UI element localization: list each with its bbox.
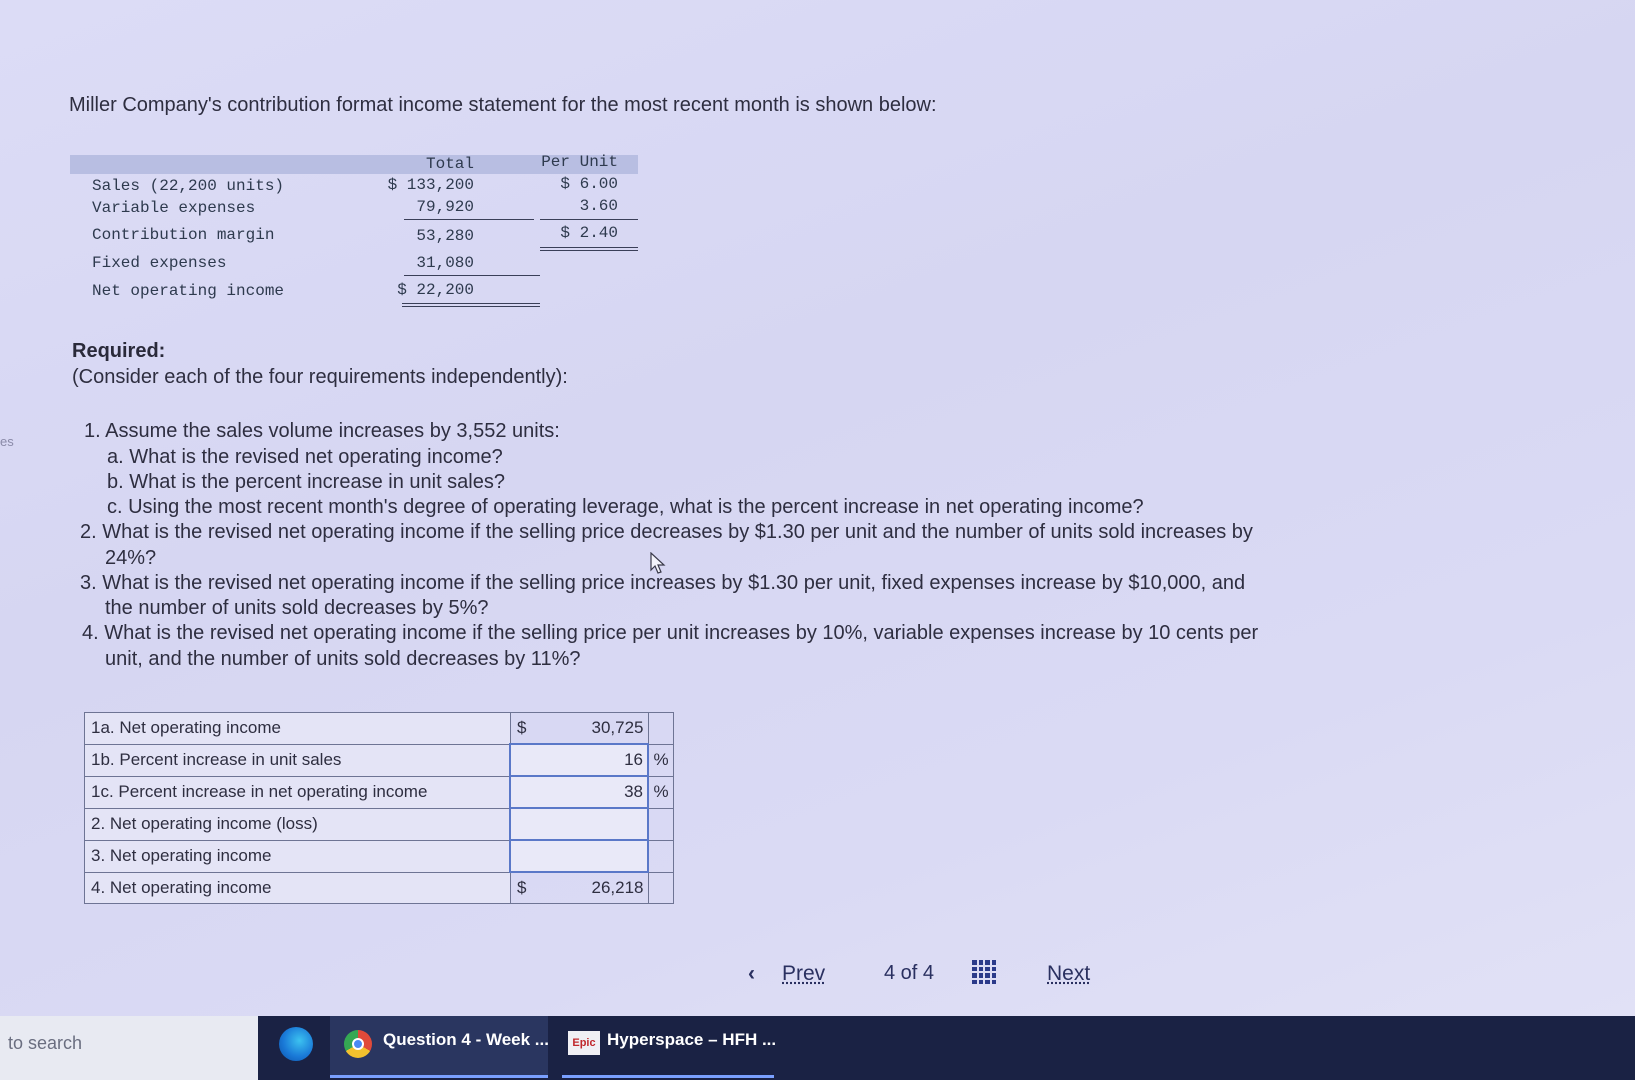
unit-cell bbox=[647, 839, 674, 873]
taskbar-item-label: Hyperspace – HFH ... bbox=[607, 1030, 777, 1049]
header-total: Total bbox=[425, 155, 474, 173]
answer-input-2[interactable] bbox=[533, 807, 649, 841]
question-2-line-2: 24%? bbox=[105, 547, 157, 569]
answer-row-1a: 1a. Net operating income $ 30,725 bbox=[84, 712, 674, 745]
epic-icon: Epic bbox=[568, 1031, 600, 1055]
answer-label: 1a. Net operating income bbox=[84, 712, 511, 745]
answer-row-3: 3. Net operating income bbox=[84, 839, 674, 873]
row-fixed-label: Fixed expenses bbox=[92, 254, 227, 272]
row-variable-total: 79,920 bbox=[416, 198, 474, 216]
row-fixed-total: 31,080 bbox=[416, 254, 474, 272]
header-per-unit: Per Unit bbox=[541, 153, 618, 171]
edge-icon[interactable] bbox=[279, 1027, 313, 1061]
question-1b: b. What is the percent increase in unit … bbox=[107, 471, 505, 493]
answer-input-3[interactable] bbox=[533, 839, 649, 873]
next-button[interactable]: Next bbox=[1047, 962, 1090, 986]
row-contribution-label: Contribution margin bbox=[92, 226, 275, 244]
answer-row-2: 2. Net operating income (loss) bbox=[84, 807, 674, 841]
question-1c: c. Using the most recent month's degree … bbox=[107, 496, 1144, 518]
double-rule-per-unit bbox=[540, 247, 638, 251]
answer-table: 1a. Net operating income $ 30,725 1b. Pe… bbox=[84, 712, 674, 904]
row-contribution-per-unit: $ 2.40 bbox=[560, 224, 618, 242]
unit-cell: % bbox=[647, 775, 674, 809]
question-2-line-1: 2. What is the revised net operating inc… bbox=[80, 521, 1253, 543]
answer-label: 4. Net operating income bbox=[84, 871, 511, 904]
question-1: 1. Assume the sales volume increases by … bbox=[84, 420, 560, 442]
unit-cell bbox=[647, 807, 674, 841]
taskbar-search[interactable]: to search bbox=[0, 1016, 258, 1080]
currency-symbol bbox=[509, 743, 533, 777]
row-variable-label: Variable expenses bbox=[92, 199, 256, 217]
answer-label: 1b. Percent increase in unit sales bbox=[84, 743, 511, 777]
unit-cell bbox=[647, 712, 674, 745]
answer-input-1a[interactable]: 30,725 bbox=[533, 712, 649, 745]
question-4-line-1: 4. What is the revised net operating inc… bbox=[82, 622, 1259, 644]
answer-label: 1c. Percent increase in net operating in… bbox=[84, 775, 511, 809]
question-4-line-2: unit, and the number of units sold decre… bbox=[105, 648, 581, 670]
row-variable-per-unit: 3.60 bbox=[579, 197, 618, 215]
row-noi-label: Net operating income bbox=[92, 282, 285, 300]
chevron-left-icon[interactable]: ‹ bbox=[748, 962, 755, 986]
currency-symbol: $ bbox=[509, 871, 533, 904]
rule-total-1 bbox=[404, 219, 534, 220]
row-noi-total: $ 22,200 bbox=[397, 281, 474, 299]
currency-symbol bbox=[509, 839, 533, 873]
required-heading: Required: bbox=[72, 340, 166, 362]
answer-input-4[interactable]: 26,218 bbox=[533, 871, 649, 904]
row-contribution-total: 53,280 bbox=[416, 227, 474, 245]
row-sales-per-unit: $ 6.00 bbox=[560, 175, 618, 193]
row-sales-total: $ 133,200 bbox=[387, 176, 474, 194]
answer-row-1c: 1c. Percent increase in net operating in… bbox=[84, 775, 674, 809]
income-statement: Total Per Unit Sales (22,200 units) $ 13… bbox=[70, 153, 638, 307]
currency-symbol bbox=[509, 807, 533, 841]
page-position: 4 of 4 bbox=[884, 962, 935, 984]
answer-label: 3. Net operating income bbox=[84, 839, 511, 873]
mouse-pointer-icon bbox=[650, 552, 666, 574]
row-sales-label: Sales (22,200 units) bbox=[92, 177, 285, 195]
answer-label: 2. Net operating income (loss) bbox=[84, 807, 511, 841]
answer-row-4: 4. Net operating income $ 26,218 bbox=[84, 871, 674, 904]
double-rule-total bbox=[402, 303, 540, 307]
question-3-line-2: the number of units sold decreases by 5%… bbox=[105, 597, 489, 619]
search-placeholder: to search bbox=[8, 1033, 83, 1053]
grid-icon[interactable] bbox=[972, 960, 996, 984]
unit-cell: % bbox=[647, 743, 674, 777]
currency-symbol: $ bbox=[509, 712, 533, 745]
unit-cell bbox=[647, 871, 674, 904]
answer-input-1b[interactable]: 16 bbox=[533, 743, 649, 777]
currency-symbol bbox=[509, 775, 533, 809]
side-tab-label[interactable]: es bbox=[0, 434, 14, 449]
intro-text: Miller Company's contribution format inc… bbox=[69, 94, 937, 116]
taskbar-item-label: Question 4 - Week ... bbox=[383, 1030, 549, 1049]
prev-button[interactable]: Prev bbox=[782, 962, 825, 986]
rule-total-2 bbox=[404, 275, 540, 276]
chrome-icon bbox=[344, 1030, 372, 1058]
rule-per-unit-1 bbox=[540, 219, 638, 220]
required-note: (Consider each of the four requirements … bbox=[72, 366, 568, 388]
question-1a: a. What is the revised net operating inc… bbox=[107, 446, 503, 468]
answer-input-1c[interactable]: 38 bbox=[533, 775, 649, 809]
answer-row-1b: 1b. Percent increase in unit sales 16 % bbox=[84, 743, 674, 777]
